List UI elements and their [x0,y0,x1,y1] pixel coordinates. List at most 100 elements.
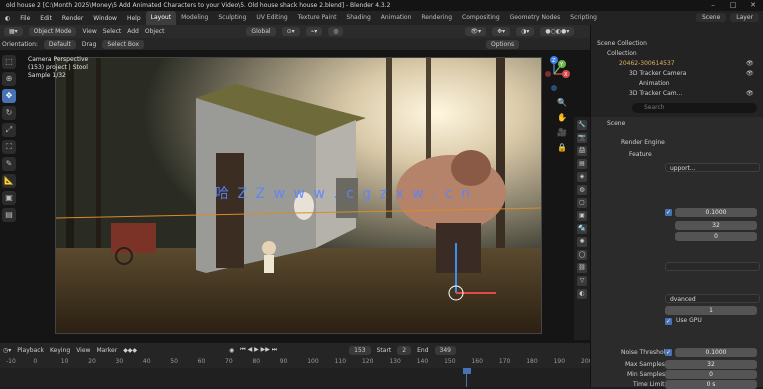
outliner-item-2[interactable]: 3D Tracker Camera [629,70,686,77]
tab-animation[interactable]: Animation [376,11,417,25]
denoise-start-field[interactable]: 1 [665,306,757,315]
constraints-tab-icon[interactable]: ⛓ [577,263,587,273]
keyframe-icons[interactable]: ◆◆◆ [123,347,137,354]
scale-tool-icon[interactable]: ⤢ [2,123,16,137]
noise-threshold-field-2[interactable]: 0.1000 [675,348,757,357]
shading-mode-icons[interactable]: ●○◐●▾ [540,27,575,36]
particles-tab-icon[interactable]: ✺ [577,237,587,247]
tab-rendering[interactable]: Rendering [416,11,457,25]
options-dropdown[interactable]: Options [486,39,520,49]
tab-shading[interactable]: Shading [341,11,375,25]
current-frame-field[interactable]: 153 [349,345,371,355]
timeline-editor-icon[interactable]: ◷▾ [3,347,11,354]
feature-set-dropdown[interactable]: upport... [665,163,760,172]
tab-modeling[interactable]: Modeling [176,11,213,25]
tab-uv-editing[interactable]: UV Editing [251,11,292,25]
tab-layout[interactable]: Layout [145,11,177,25]
use-gpu-checkbox[interactable]: ✓ [665,318,672,325]
tab-compositing[interactable]: Compositing [457,11,505,25]
auto-keying-icon[interactable]: ◉ [229,347,234,354]
annotate-tool-icon[interactable]: ✎ [2,157,16,171]
visibility-eye-icon[interactable]: 👁 [746,60,754,67]
blender-logo-icon[interactable]: ◐ [0,15,15,22]
pivot-icon[interactable]: ⊙▾ [281,27,300,36]
timeline-view-menu[interactable]: View [76,347,90,354]
transform-orientation-dropdown[interactable]: Global [246,27,276,36]
zoom-icon[interactable]: 🔍 [557,98,567,108]
tool-tab-icon[interactable]: 🔧 [577,120,587,130]
camera-view-icon[interactable]: 🎥 [557,128,567,138]
visibility-icon[interactable]: 👁▾ [465,27,487,36]
mode-dropdown[interactable]: Object Mode [28,27,77,36]
menu-help[interactable]: Help [122,15,146,22]
drag-dropdown[interactable]: Select Box [102,39,144,49]
noise-threshold-field[interactable]: 0.1000 [675,208,757,217]
view-layer-tab-icon[interactable]: ▤ [577,159,587,169]
menu-file[interactable]: File [15,15,35,22]
select-tool-icon[interactable]: ⬚ [2,55,16,69]
camera-tool-icon[interactable]: ▤ [2,208,16,222]
marker-menu[interactable]: Marker [96,347,117,354]
view-layer-field[interactable]: Layer [730,13,759,22]
time-limit-field[interactable]: 0 s [665,380,757,389]
rotate-tool-icon[interactable]: ↻ [2,106,16,120]
pan-hand-icon[interactable]: ✋ [557,113,567,123]
collection-row[interactable]: Collection [607,50,637,57]
navigation-gizmo[interactable]: Z X Y [540,54,574,94]
visibility-eye-icon-3[interactable]: 👁 [746,90,754,97]
scene-collection-row[interactable]: Scene Collection [597,40,647,47]
cursor-tool-icon[interactable]: ⊕ [2,72,16,86]
visibility-eye-icon-2[interactable]: 👁 [746,70,754,77]
end-frame-field[interactable]: 349 [434,345,456,355]
lock-icon[interactable]: 🔒 [557,143,567,153]
select-menu[interactable]: Select [103,28,122,35]
transform-tool-icon[interactable]: ⛶ [2,140,16,154]
menu-window[interactable]: Window [88,15,122,22]
max-samples-field[interactable]: 32 [675,221,757,230]
gizmo-toggle-icon[interactable]: ✥▾ [492,27,511,36]
add-menu[interactable]: Add [127,28,139,35]
move-tool-icon[interactable]: ✥ [2,89,16,103]
menu-edit[interactable]: Edit [35,15,57,22]
noise-threshold-checkbox[interactable]: ✓ [665,209,672,216]
sampling-dropdown[interactable] [665,262,760,271]
data-tab-icon[interactable]: ▽ [577,276,587,286]
material-tab-icon[interactable]: ◐ [577,289,587,299]
maximize-button[interactable]: □ [723,0,743,11]
tab-geometry-nodes[interactable]: Geometry Nodes [505,11,566,25]
minimize-button[interactable]: – [703,0,723,11]
tab-texture-paint[interactable]: Texture Paint [293,11,342,25]
start-frame-field[interactable]: 2 [397,345,412,355]
playhead-marker[interactable] [463,368,471,374]
tab-sculpting[interactable]: Sculpting [213,11,251,25]
advanced-dropdown[interactable]: dvanced [665,294,760,303]
timeline-ruler[interactable]: -10 0 10 20 30 40 50 60 70 80 90 100 110 120 130 140 150… [0,357,592,367]
editor-type-icon[interactable]: ▦▾ [4,27,23,36]
outliner-search-input[interactable]: Search [632,103,757,113]
noise-threshold-checkbox-2[interactable]: ✓ [665,349,672,356]
world-tab-icon[interactable]: ◍ [577,185,587,195]
max-samples-field-2[interactable]: 32 [665,360,757,369]
orientation-dropdown[interactable]: Default [43,39,76,49]
modifier-tab-icon[interactable]: 🔩 [577,224,587,234]
min-samples-field[interactable]: 0 [675,232,757,241]
outliner-item-4[interactable]: 3D Tracker Cam... [629,90,682,97]
timeline-track[interactable] [0,368,590,387]
min-samples-field-2[interactable]: 0 [665,370,757,379]
scene-field[interactable]: Scene [695,13,727,22]
close-button[interactable]: ✕ [743,0,763,11]
output-tab-icon[interactable]: 🖨 [577,146,587,156]
object-tab-icon[interactable]: ▣ [577,211,587,221]
snap-icon[interactable]: ⌁▾ [305,27,323,36]
menu-render[interactable]: Render [57,15,88,22]
tab-scripting[interactable]: Scripting [565,11,602,25]
physics-tab-icon[interactable]: ◯ [577,250,587,260]
playback-menu[interactable]: Playback [17,347,44,354]
proportional-edit-icon[interactable]: ◎ [328,27,344,36]
object-menu[interactable]: Object [145,28,165,35]
measure-tool-icon[interactable]: 📐 [2,174,16,188]
keying-menu[interactable]: Keying [50,347,70,354]
overlay-toggle-icon[interactable]: ◑▾ [516,27,535,36]
view-menu[interactable]: View [82,28,96,35]
scene-tab-icon[interactable]: ◈ [577,172,587,182]
